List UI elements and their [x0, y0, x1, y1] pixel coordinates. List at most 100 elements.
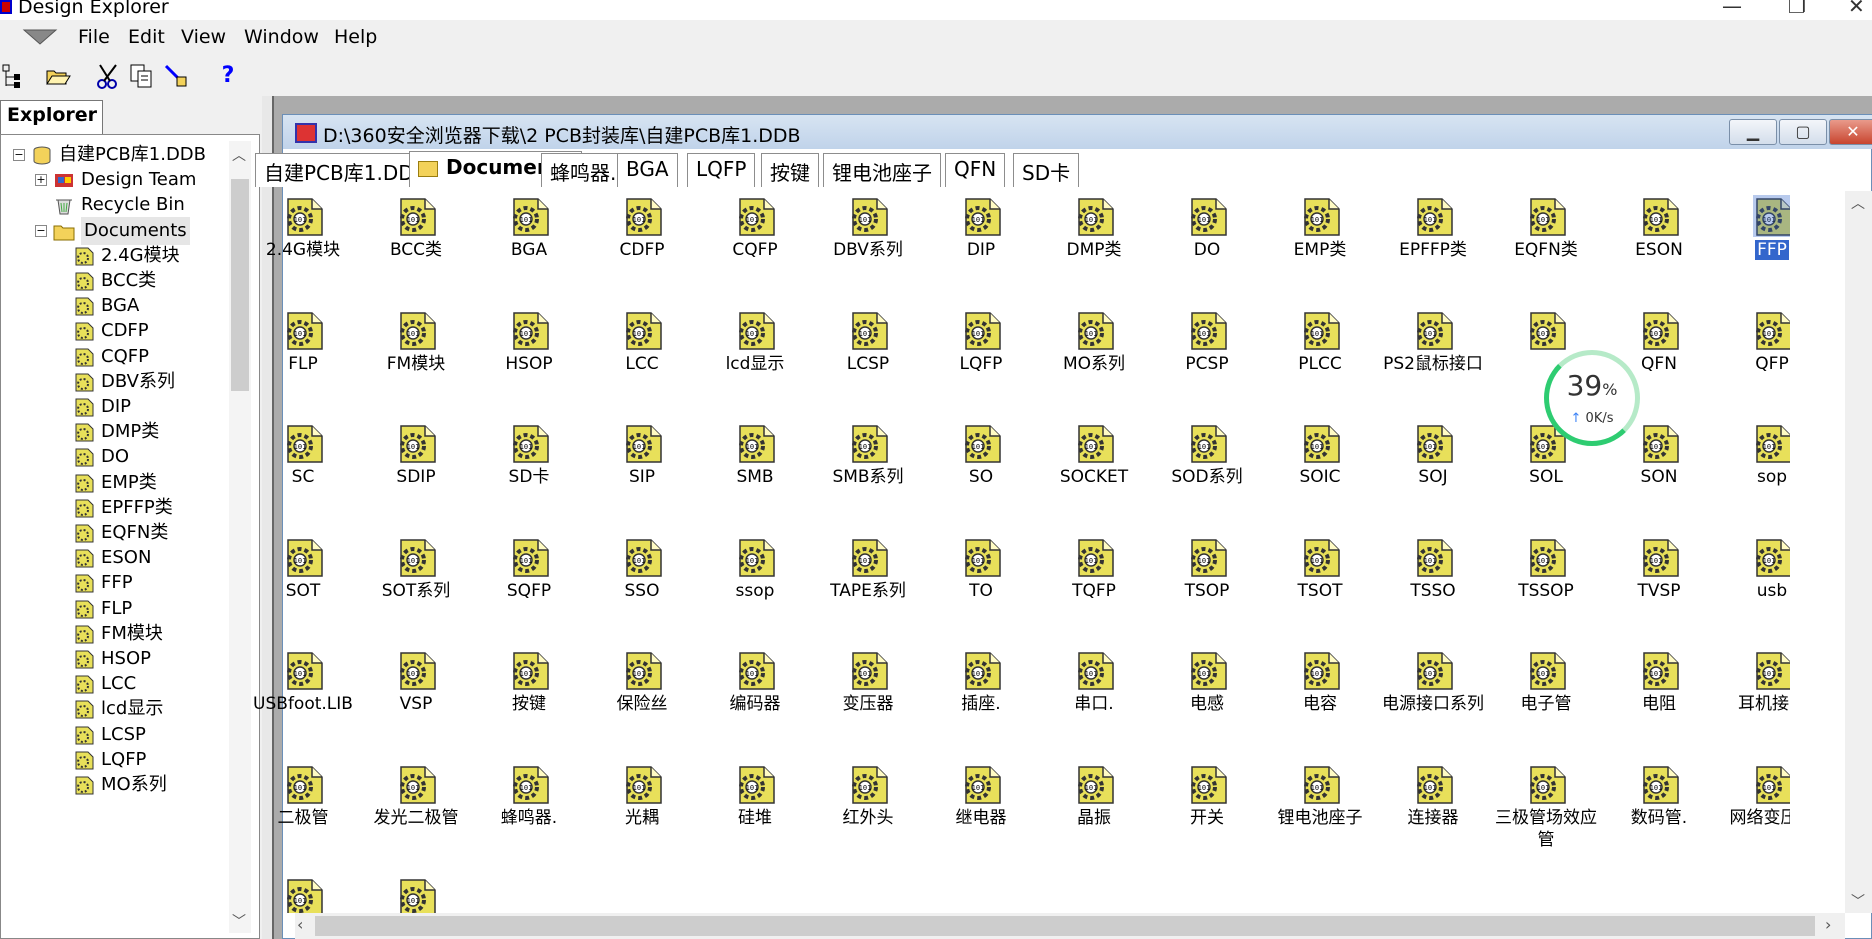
document-item[interactable]: 101 BCC类 — [360, 191, 472, 303]
document-item[interactable]: 101 电源接口系列 — [1377, 645, 1489, 757]
document-item[interactable]: 101 SDIP — [360, 418, 472, 530]
document-item[interactable]: 101 USBfoot.LIB — [247, 645, 359, 757]
document-item[interactable]: 101 蜂鸣器. — [473, 759, 585, 871]
document-item[interactable]: 101 SOJ — [1377, 418, 1489, 530]
menu-window[interactable]: Window — [244, 26, 319, 48]
document-item[interactable]: 101 BGA — [473, 191, 585, 303]
document-item[interactable]: 101 LCSP — [812, 305, 924, 417]
grid-scroll-up-icon[interactable]: ︿ — [1851, 193, 1865, 213]
document-item[interactable]: 101 PCSP — [1151, 305, 1263, 417]
tab-5[interactable]: 按键 — [761, 153, 819, 187]
copy-icon[interactable] — [128, 62, 156, 90]
tree-expand-toggle[interactable]: − — [35, 224, 47, 237]
document-item[interactable]: 101 — [247, 872, 359, 913]
document-item[interactable]: 101 SMB系列 — [812, 418, 924, 530]
document-item[interactable]: 101 TSOT — [1264, 532, 1376, 644]
grid-scroll-left-icon[interactable]: ‹ — [297, 915, 303, 934]
document-item[interactable]: 101 电子管 — [1490, 645, 1602, 757]
tab-2[interactable]: 蜂鸣器. — [541, 153, 626, 187]
explorer-tab[interactable]: Explorer — [0, 100, 103, 135]
document-item[interactable]: 101 DMP类 — [1038, 191, 1150, 303]
document-item[interactable]: 101 ssop — [699, 532, 811, 644]
document-item[interactable]: 101 串口. — [1038, 645, 1150, 757]
document-item[interactable]: 101 SOIC — [1264, 418, 1376, 530]
document-item[interactable]: 101 EPFFP类 — [1377, 191, 1489, 303]
document-item[interactable]: 101 PS2鼠标接口 — [1377, 305, 1489, 417]
tab-7[interactable]: QFN — [945, 153, 1006, 187]
document-item[interactable]: 101 VSP — [360, 645, 472, 757]
scroll-up-icon[interactable]: ︿ — [232, 145, 246, 165]
tab-6[interactable]: 锂电池座子 — [823, 153, 941, 187]
document-item[interactable]: 101 TQFP — [1038, 532, 1150, 644]
document-item[interactable]: 101 TSSOP — [1490, 532, 1602, 644]
document-item[interactable]: 101 耳机接口 — [1716, 645, 1790, 757]
document-item[interactable]: 101 DIP — [925, 191, 1037, 303]
document-item[interactable]: 101 FFP — [1716, 191, 1790, 303]
tab-4[interactable]: LQFP — [687, 153, 756, 187]
document-item[interactable]: 101 SOT系列 — [360, 532, 472, 644]
document-item[interactable]: 101 数码管. — [1603, 759, 1715, 871]
document-item[interactable]: 101 SIP — [586, 418, 698, 530]
document-item[interactable]: 101 连接器 — [1377, 759, 1489, 871]
document-item[interactable]: 101 CQFP — [699, 191, 811, 303]
document-item[interactable]: 101 ESON — [1603, 191, 1715, 303]
document-item[interactable]: 101 SC — [247, 418, 359, 530]
menu-view[interactable]: View — [181, 26, 226, 48]
document-item[interactable]: 101 DBV系列 — [812, 191, 924, 303]
document-item[interactable]: 101 lcd显示 — [699, 305, 811, 417]
document-item[interactable]: 101 FM模块 — [360, 305, 472, 417]
grid-scroll-down-icon[interactable]: ﹀ — [1851, 891, 1865, 911]
document-item[interactable]: 101 SO — [925, 418, 1037, 530]
grid-horizontal-scrollbar[interactable]: ‹ › — [295, 913, 1845, 939]
document-item[interactable]: 101 — [360, 872, 472, 913]
open-folder-icon[interactable] — [44, 62, 72, 90]
grid-horizontal-thumb[interactable] — [315, 916, 1815, 936]
document-item[interactable]: 101 2.4G模块 — [247, 191, 359, 303]
document-item[interactable]: 101 插座. — [925, 645, 1037, 757]
document-item[interactable]: 101 SD卡 — [473, 418, 585, 530]
menu-edit[interactable]: Edit — [128, 26, 165, 48]
document-item[interactable]: 101 晶振 — [1038, 759, 1150, 871]
menu-file[interactable]: File — [78, 26, 110, 48]
document-item[interactable]: 101 电容 — [1264, 645, 1376, 757]
document-item[interactable]: 101 SOCKET — [1038, 418, 1150, 530]
tree-expand-toggle[interactable]: + — [35, 174, 47, 187]
document-item[interactable]: 101 EMP类 — [1264, 191, 1376, 303]
document-item[interactable]: 101 PLCC — [1264, 305, 1376, 417]
close-icon[interactable]: ✕ — [1848, 0, 1865, 18]
document-item[interactable]: 101 DO — [1151, 191, 1263, 303]
document-item[interactable]: 101 sop — [1716, 418, 1790, 530]
document-item[interactable]: 101 光耦 — [586, 759, 698, 871]
document-item[interactable]: 101 FLP — [247, 305, 359, 417]
document-item[interactable]: 101 CDFP — [586, 191, 698, 303]
document-item[interactable]: 101 TSSO — [1377, 532, 1489, 644]
document-item[interactable]: 101 EQFN类 — [1490, 191, 1602, 303]
minimize-icon[interactable]: — — [1722, 0, 1742, 18]
document-item[interactable]: 101 TSOP — [1151, 532, 1263, 644]
doc-close-button[interactable]: ✕ — [1829, 119, 1872, 145]
document-item[interactable]: 101 按键 — [473, 645, 585, 757]
document-item[interactable]: 101 锂电池座子 — [1264, 759, 1376, 871]
restore-icon[interactable]: ❐ — [1788, 0, 1806, 18]
tree-expand-toggle[interactable]: − — [13, 149, 25, 161]
document-item[interactable]: 101 SMB — [699, 418, 811, 530]
document-item[interactable]: 101 SSO — [586, 532, 698, 644]
document-item[interactable]: 101 MO系列 — [1038, 305, 1150, 417]
help-icon[interactable]: ? — [214, 62, 242, 90]
document-item[interactable]: 101 继电器 — [925, 759, 1037, 871]
document-item[interactable]: 101 开关 — [1151, 759, 1263, 871]
tab-3[interactable]: BGA — [617, 153, 678, 187]
document-item[interactable]: 101 红外头 — [812, 759, 924, 871]
document-item[interactable]: 101 保险丝 — [586, 645, 698, 757]
document-item[interactable]: 101 TO — [925, 532, 1037, 644]
doc-minimize-button[interactable]: ▁ — [1729, 119, 1777, 145]
document-item[interactable]: 101 SOD系列 — [1151, 418, 1263, 530]
document-item[interactable]: 101 SQFP — [473, 532, 585, 644]
document-item[interactable]: 101 发光二极管 — [360, 759, 472, 871]
document-item[interactable]: 101 TAPE系列 — [812, 532, 924, 644]
document-item[interactable]: 101 LCC — [586, 305, 698, 417]
document-item[interactable]: 101 SOT — [247, 532, 359, 644]
document-item[interactable]: 101 二极管 — [247, 759, 359, 871]
document-item[interactable]: 101 变压器 — [812, 645, 924, 757]
document-item[interactable]: 101 电感 — [1151, 645, 1263, 757]
